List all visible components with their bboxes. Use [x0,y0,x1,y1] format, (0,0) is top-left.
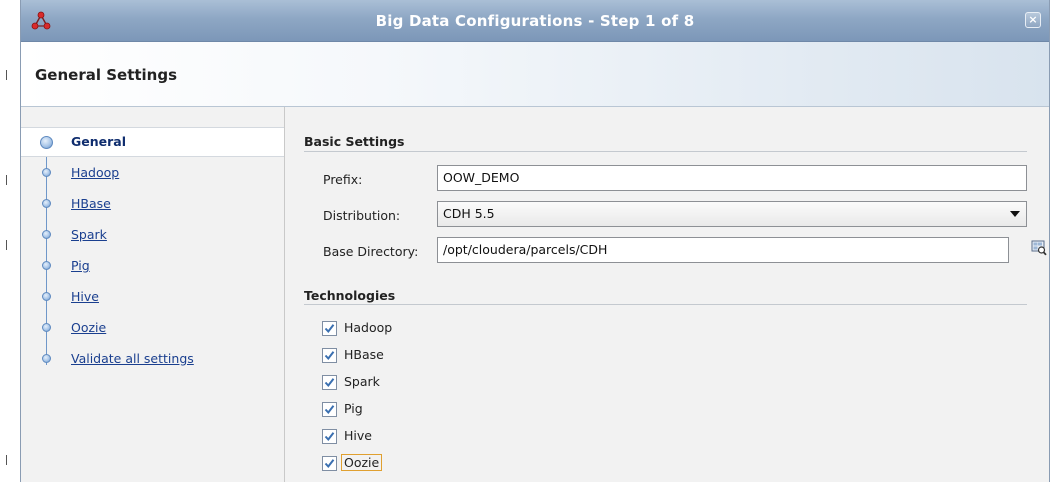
checkmark-icon [324,378,335,388]
base-directory-input[interactable]: /opt/cloudera/parcels/CDH [437,237,1009,263]
step-link[interactable]: Oozie [71,320,106,335]
hive-checkbox[interactable] [322,429,337,444]
checkmark-icon [324,324,335,334]
browse-folder-icon[interactable] [1031,240,1047,256]
checkbox-label: Hive [344,428,372,443]
step-validate[interactable]: Validate all settings [21,344,284,374]
settings-panel: Basic Settings Prefix: OOW_DEMO Distribu… [285,107,1049,482]
distribution-label: Distribution: [323,208,401,223]
page-header: General Settings [21,42,1049,107]
step-link[interactable]: Pig [71,258,90,273]
section-divider [304,304,1027,305]
section-title-technologies: Technologies [304,288,396,303]
checkmark-icon [324,351,335,361]
step-navigation: General Hadoop HBase Spark Pig Hive Oozi… [21,107,285,482]
checkmark-icon [324,405,335,415]
step-link[interactable]: Hive [71,289,99,304]
edge-tick [6,240,7,250]
step-spark[interactable]: Spark [21,220,284,250]
step-general[interactable]: General [21,127,284,157]
edge-tick [6,70,7,80]
step-dot-icon [42,230,51,239]
distribution-select[interactable]: CDH 5.5 [437,201,1027,227]
distribution-value: CDH 5.5 [443,206,495,221]
hadoop-checkbox[interactable] [322,321,337,336]
background-strip [0,0,20,482]
oozie-checkbox[interactable] [322,456,337,471]
section-title-basic: Basic Settings [304,134,405,149]
step-oozie[interactable]: Oozie [21,313,284,343]
window-title: Big Data Configurations - Step 1 of 8 [375,12,695,30]
checkbox-label: Oozie [340,454,383,471]
step-hadoop[interactable]: Hadoop [21,158,284,188]
checkbox-label: HBase [344,347,384,362]
edge-tick [6,455,7,465]
checkmark-icon [324,432,335,442]
section-divider [304,151,1027,152]
pig-checkbox[interactable] [322,402,337,417]
checkbox-label: Pig [344,401,363,416]
step-dot-icon [42,323,51,332]
edge-tick [6,175,7,185]
checkmark-icon [324,459,335,469]
step-link[interactable]: HBase [71,196,111,211]
page-title: General Settings [35,66,178,84]
step-current-icon [40,136,53,149]
step-link[interactable]: Hadoop [71,165,119,180]
checkbox-label: Hadoop [344,320,393,335]
prefix-input[interactable]: OOW_DEMO [437,165,1027,191]
base-directory-label: Base Directory: [323,244,419,259]
title-bar[interactable]: Big Data Configurations - Step 1 of 8 × [21,0,1049,42]
prefix-label: Prefix: [323,172,363,187]
step-hive[interactable]: Hive [21,282,284,312]
step-dot-icon [42,292,51,301]
step-label: General [71,134,126,149]
step-hbase[interactable]: HBase [21,189,284,219]
close-icon: × [1028,13,1038,26]
dialog-window: Big Data Configurations - Step 1 of 8 × … [20,0,1050,482]
step-dot-icon [42,261,51,270]
spark-checkbox[interactable] [322,375,337,390]
step-dot-icon [42,354,51,363]
step-link[interactable]: Validate all settings [71,351,194,366]
hbase-checkbox[interactable] [322,348,337,363]
step-pig[interactable]: Pig [21,251,284,281]
step-link[interactable]: Spark [71,227,107,242]
chevron-down-icon [1010,211,1020,217]
step-dot-icon [42,199,51,208]
checkbox-label: Spark [344,374,380,389]
close-button[interactable]: × [1025,12,1041,28]
step-dot-icon [42,168,51,177]
